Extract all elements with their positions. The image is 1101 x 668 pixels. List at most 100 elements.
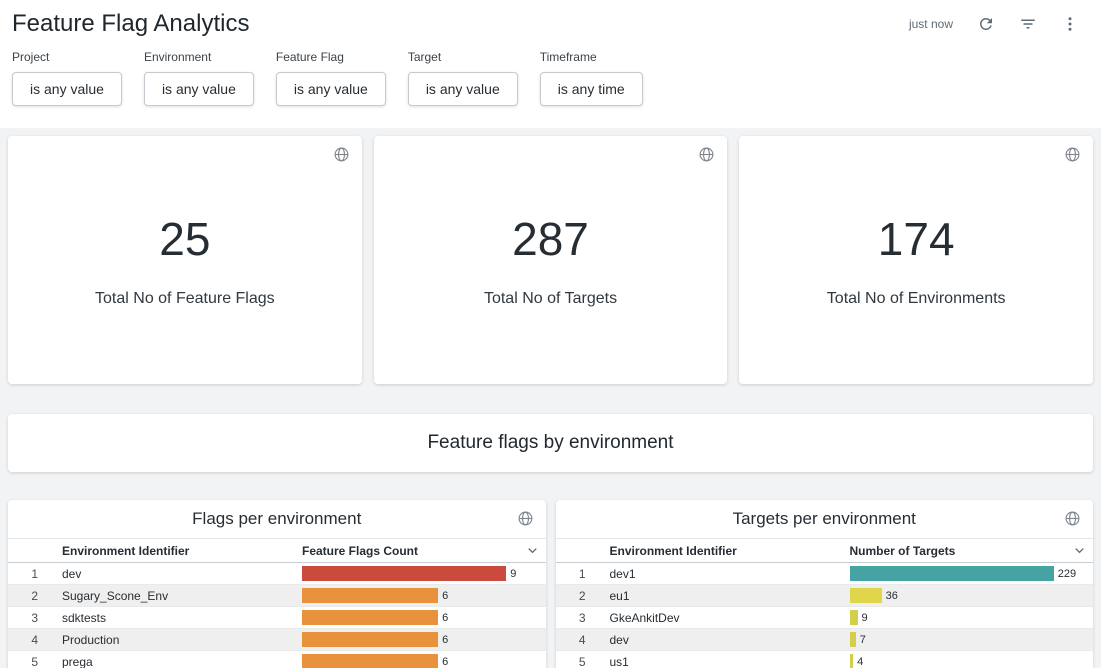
- last-refreshed-text: just now: [909, 17, 953, 31]
- filter-button[interactable]: [1019, 15, 1037, 33]
- value-label: 6: [442, 656, 448, 668]
- filter-feature-flag-value-button[interactable]: is any value: [276, 72, 386, 106]
- environment-cell[interactable]: GkeAnkitDev: [600, 607, 848, 629]
- value-label: 36: [886, 590, 898, 602]
- kpi-value: 287: [512, 212, 589, 266]
- globe-icon[interactable]: [333, 146, 350, 163]
- value-label: 6: [442, 590, 448, 602]
- filter-target: Target is any value: [408, 50, 518, 106]
- environment-cell[interactable]: eu1: [600, 585, 848, 607]
- column-header-feature-flags-count[interactable]: Feature Flags Count: [300, 539, 546, 563]
- column-header-number-of-targets[interactable]: Number of Targets: [848, 539, 1094, 563]
- row-number: 2: [556, 585, 600, 607]
- row-number: 2: [8, 585, 52, 607]
- filter-timeframe: Timeframe is any time: [540, 50, 643, 106]
- environment-cell[interactable]: Sugary_Scone_Env: [52, 585, 300, 607]
- tile-targets-per-environment: Targets per environment Environment Iden…: [556, 500, 1094, 668]
- refresh-icon: [977, 15, 995, 33]
- count-cell[interactable]: 6: [300, 651, 546, 668]
- kpi-label: Total No of Targets: [484, 290, 617, 308]
- value-label: 9: [510, 568, 516, 580]
- count-cell[interactable]: 9: [300, 563, 546, 585]
- filter-label: Environment: [144, 50, 254, 64]
- environment-cell[interactable]: dev: [52, 563, 300, 585]
- tile-header: Targets per environment: [556, 500, 1094, 538]
- value-bar: [302, 610, 438, 625]
- table-row: 5 us1 4: [556, 651, 1094, 668]
- count-cell[interactable]: 9: [848, 607, 1094, 629]
- table-row: 4 dev 7: [556, 629, 1094, 651]
- kpi-tile-total-feature-flags: 25 Total No of Feature Flags: [8, 136, 362, 384]
- environment-cell[interactable]: sdktests: [52, 607, 300, 629]
- kpi-row: 25 Total No of Feature Flags 287 Total N…: [8, 136, 1093, 384]
- value-label: 229: [1058, 568, 1076, 580]
- value-bar: [850, 566, 1054, 581]
- filter-target-value-button[interactable]: is any value: [408, 72, 518, 106]
- filter-environment: Environment is any value: [144, 50, 254, 106]
- count-cell[interactable]: 229: [848, 563, 1094, 585]
- dashboard-header: Feature Flag Analytics just now: [0, 0, 1101, 42]
- filter-label: Project: [12, 50, 122, 64]
- filter-feature-flag: Feature Flag is any value: [276, 50, 386, 106]
- globe-icon[interactable]: [1064, 510, 1081, 527]
- row-number: 4: [8, 629, 52, 651]
- row-number: 5: [8, 651, 52, 668]
- filter-bar: Project is any value Environment is any …: [0, 42, 1101, 128]
- row-number: 1: [556, 563, 600, 585]
- row-number-column-header: [556, 539, 600, 563]
- globe-icon[interactable]: [698, 146, 715, 163]
- environment-cell[interactable]: dev1: [600, 563, 848, 585]
- value-label: 9: [862, 612, 868, 624]
- flags-per-environment-table: Environment Identifier Feature Flags Cou…: [8, 538, 546, 668]
- count-cell[interactable]: 6: [300, 607, 546, 629]
- table-row: 5 prega 6: [8, 651, 546, 668]
- environment-cell[interactable]: us1: [600, 651, 848, 668]
- kebab-menu-button[interactable]: [1061, 15, 1079, 33]
- filter-label: Target: [408, 50, 518, 64]
- table-row: 1 dev1 229: [556, 563, 1094, 585]
- kpi-value: 174: [878, 212, 955, 266]
- page-title: Feature Flag Analytics: [12, 10, 249, 38]
- count-cell[interactable]: 7: [848, 629, 1094, 651]
- column-header-environment-identifier[interactable]: Environment Identifier: [600, 539, 848, 563]
- environment-cell[interactable]: Production: [52, 629, 300, 651]
- filter-project-value-button[interactable]: is any value: [12, 72, 122, 106]
- kpi-label: Total No of Feature Flags: [95, 290, 275, 308]
- row-number: 3: [556, 607, 600, 629]
- value-bar: [850, 654, 854, 668]
- value-bar: [302, 588, 438, 603]
- refresh-button[interactable]: [977, 15, 995, 33]
- kpi-value: 25: [159, 212, 210, 266]
- value-bar: [302, 566, 506, 581]
- row-number-column-header: [8, 539, 52, 563]
- table-row: 2 Sugary_Scone_Env 6: [8, 585, 546, 607]
- tile-title: Flags per environment: [192, 509, 361, 529]
- header-actions: just now: [909, 15, 1079, 33]
- value-bar: [302, 632, 438, 647]
- tile-header: Flags per environment: [8, 500, 546, 538]
- table-row: 3 sdktests 6: [8, 607, 546, 629]
- globe-icon[interactable]: [1064, 146, 1081, 163]
- filter-timeframe-value-button[interactable]: is any time: [540, 72, 643, 106]
- filter-environment-value-button[interactable]: is any value: [144, 72, 254, 106]
- count-cell[interactable]: 6: [300, 629, 546, 651]
- kebab-menu-icon: [1061, 15, 1079, 33]
- count-cell[interactable]: 6: [300, 585, 546, 607]
- row-number: 4: [556, 629, 600, 651]
- column-header-environment-identifier[interactable]: Environment Identifier: [52, 539, 300, 563]
- value-label: 7: [860, 634, 866, 646]
- globe-icon[interactable]: [517, 510, 534, 527]
- count-cell[interactable]: 36: [848, 585, 1094, 607]
- tile-flags-per-environment: Flags per environment Environment Identi…: [8, 500, 546, 668]
- chevron-down-icon[interactable]: [1072, 543, 1087, 558]
- chevron-down-icon[interactable]: [525, 543, 540, 558]
- count-cell[interactable]: 4: [848, 651, 1094, 668]
- value-bar: [302, 654, 438, 668]
- value-bar: [850, 632, 856, 647]
- value-bar: [850, 610, 858, 625]
- table-row: 1 dev 9: [8, 563, 546, 585]
- environment-cell[interactable]: prega: [52, 651, 300, 668]
- filter-list-icon: [1019, 15, 1037, 33]
- environment-cell[interactable]: dev: [600, 629, 848, 651]
- filter-label: Feature Flag: [276, 50, 386, 64]
